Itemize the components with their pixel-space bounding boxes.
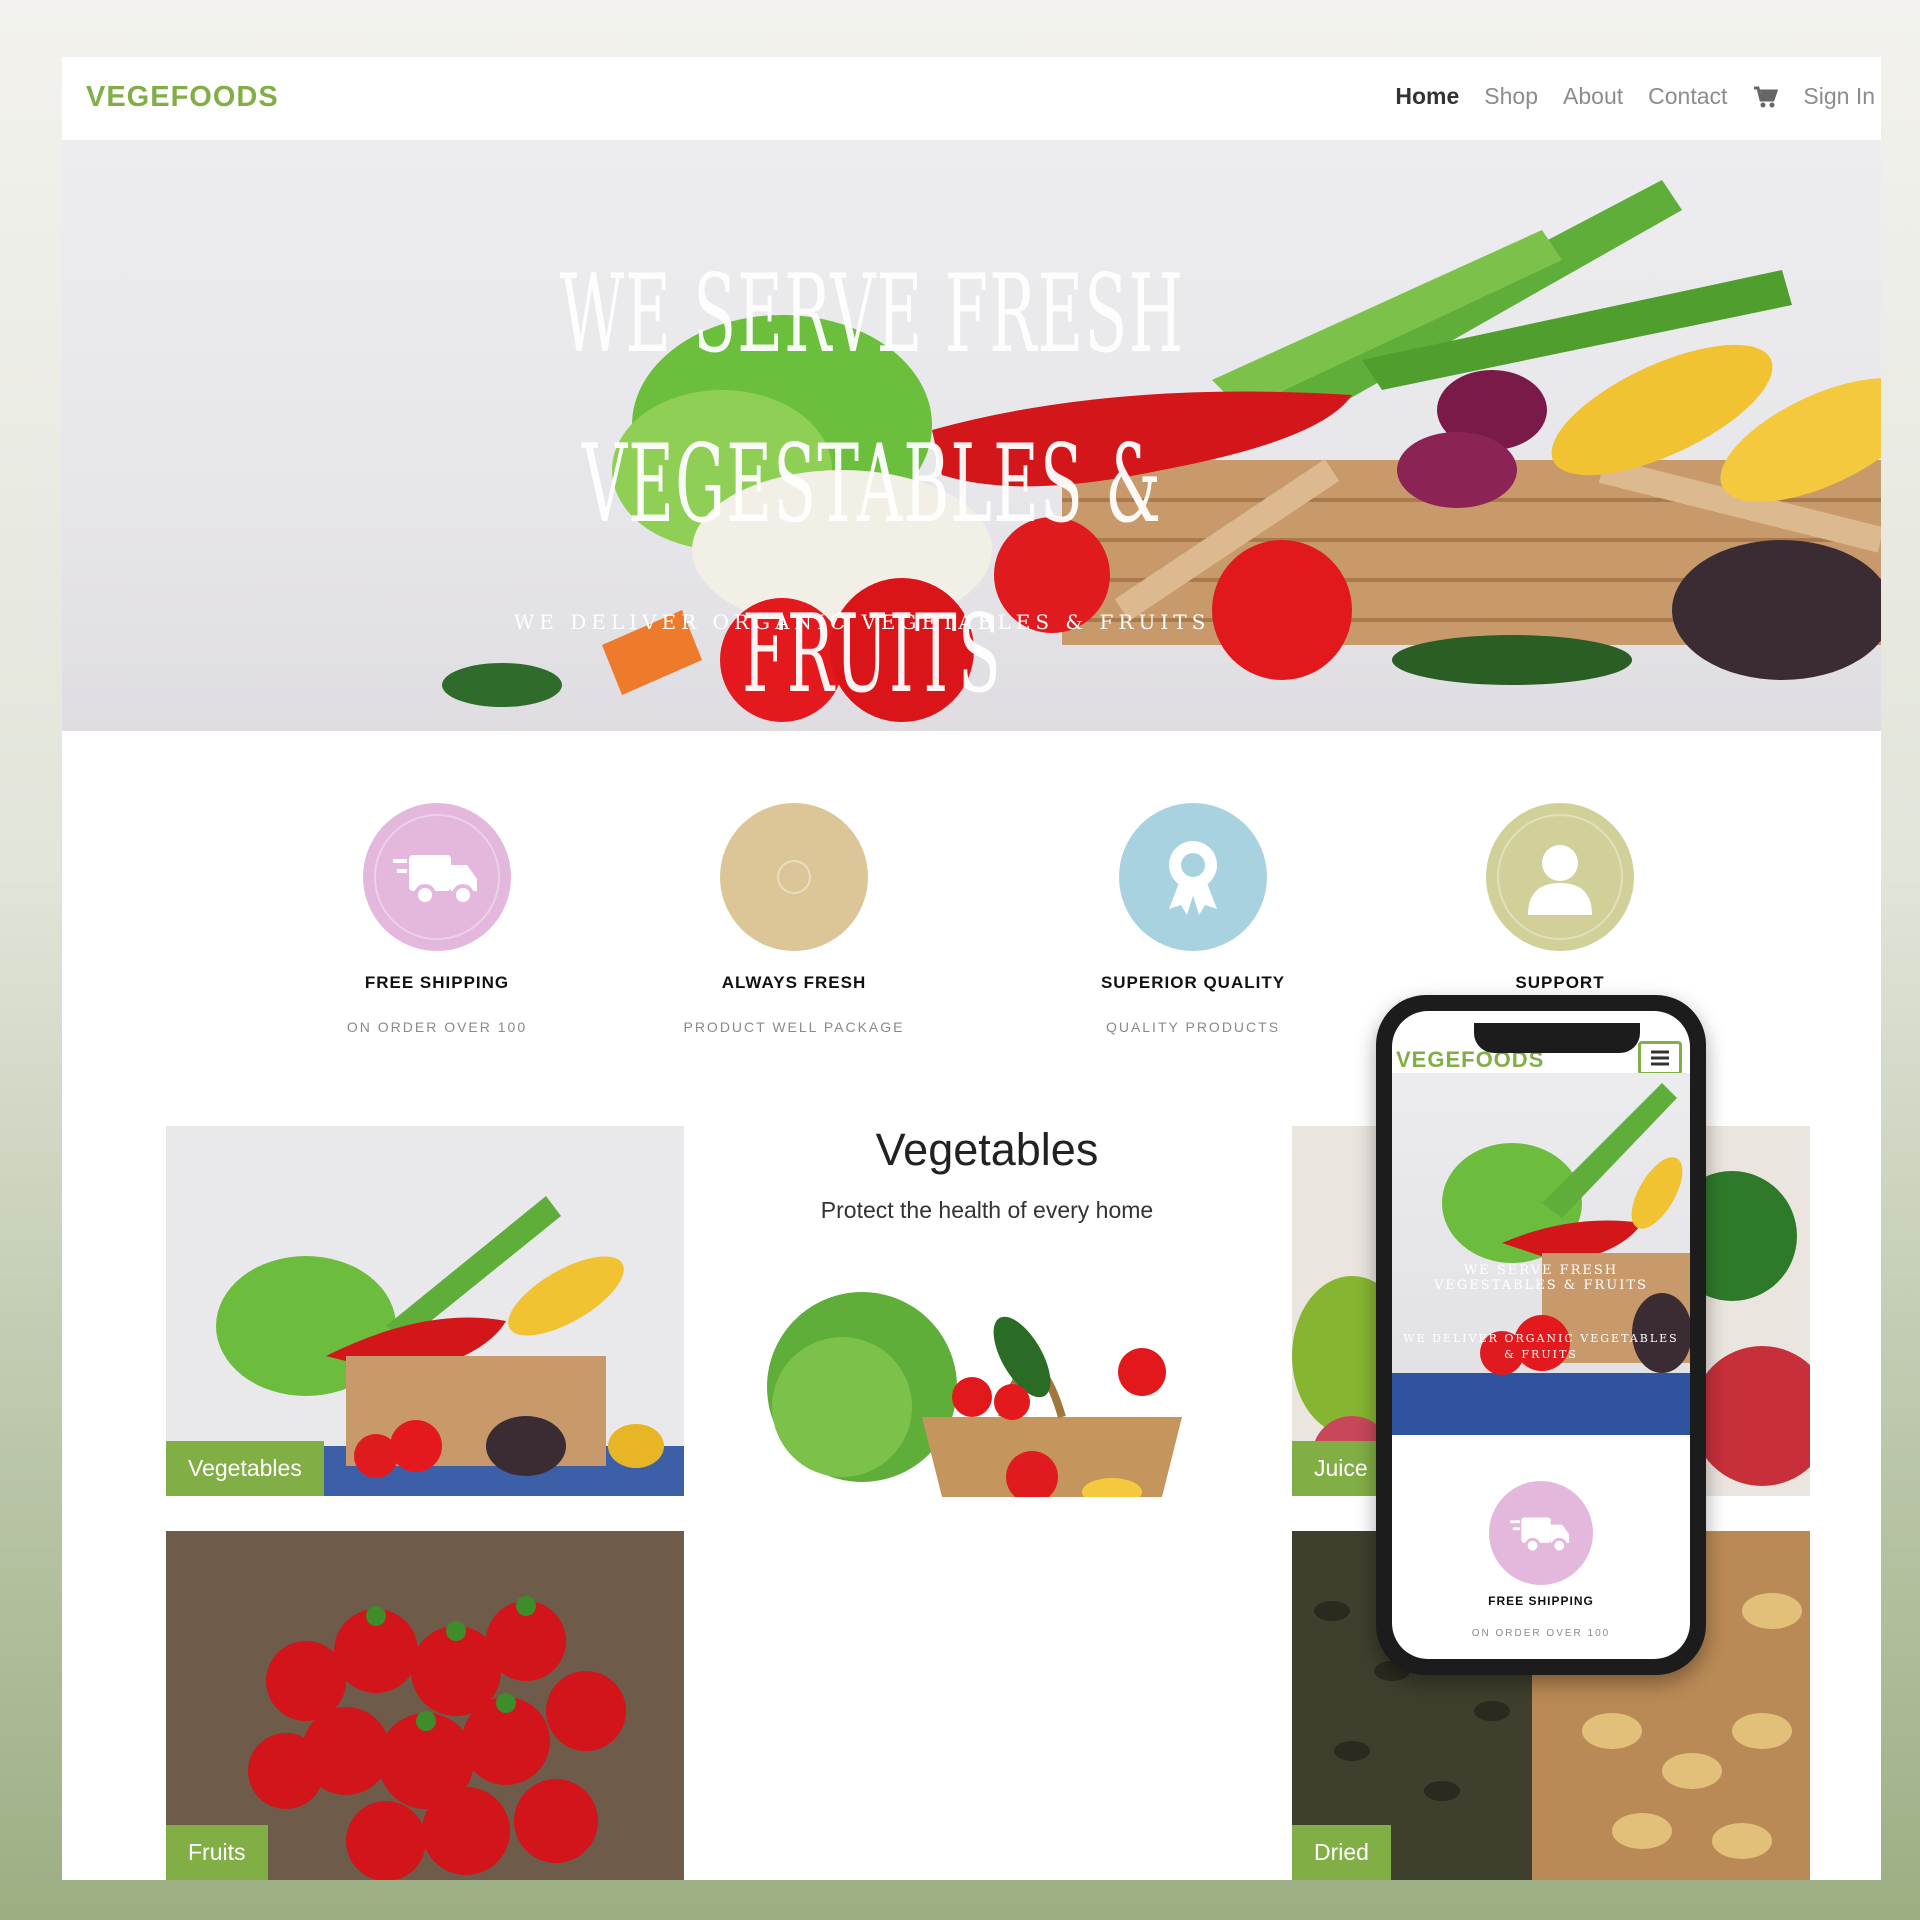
- phone-hero-title: We serve Fresh Vegestables & Fruits: [1434, 1263, 1648, 1293]
- phone-hero: We serve Fresh Vegestables & Fruits We d…: [1392, 1073, 1690, 1435]
- category-label[interactable]: Dried: [1292, 1825, 1391, 1880]
- category-label[interactable]: Vegetables: [166, 1441, 324, 1496]
- phone-hero-subtitle: We deliver organic vegetables & fruits: [1403, 1332, 1679, 1361]
- nav-link-shop[interactable]: Shop: [1484, 83, 1538, 110]
- cart-icon[interactable]: [1752, 84, 1779, 110]
- feature-superior-quality: SUPERIOR QUALITY QUALITY PRODUCTS: [1063, 803, 1323, 1035]
- nav-link-contact[interactable]: Contact: [1648, 83, 1727, 110]
- user-icon: [1486, 803, 1634, 951]
- sign-in-link[interactable]: Sign In: [1803, 83, 1875, 110]
- feature-free-shipping: FREE SHIPPING ON ORDER OVER 100: [307, 803, 567, 1035]
- feature-subtitle: QUALITY PRODUCTS: [1105, 1019, 1281, 1035]
- category-center-subtitle: Protect the health of every home: [820, 1197, 1154, 1223]
- category-vegetables[interactable]: Vegetables: [166, 1126, 684, 1496]
- phone-feature-title: FREE SHIPPING: [1488, 1594, 1594, 1608]
- phone-truck-icon: [1489, 1481, 1593, 1585]
- brand-logo[interactable]: VEGEFOODS: [86, 81, 279, 114]
- hero-subtitle: We deliver organic vegetables & fruits: [513, 610, 1211, 634]
- feature-title: FREE SHIPPING: [364, 973, 510, 992]
- feature-title: SUPPORT: [1515, 973, 1605, 992]
- category-center-title: Vegetables: [875, 1124, 1099, 1175]
- navbar: VEGEFOODS Home Shop About Contact Sign I…: [62, 57, 1881, 140]
- phone-notch: [1474, 1023, 1640, 1053]
- hero-banner: We serve Fresh Vegestables & Fruits We d…: [62, 140, 1881, 731]
- feature-support: SUPPORT: [1430, 803, 1690, 1019]
- hamburger-menu-icon[interactable]: [1638, 1041, 1682, 1075]
- feature-subtitle: PRODUCT WELL PACKAGE: [683, 1019, 905, 1035]
- nav-links: Home Shop About Contact Sign In: [1395, 83, 1875, 110]
- phone-screen: VEGEFOODS We serve Fresh Vegestables & F…: [1392, 1011, 1690, 1659]
- phone-feature-subtitle: ON ORDER OVER 100: [1471, 1628, 1611, 1639]
- feature-title: ALWAYS FRESH: [721, 973, 867, 992]
- feature-title: SUPERIOR QUALITY: [1100, 973, 1286, 992]
- phone-mockup: VEGEFOODS We serve Fresh Vegestables & F…: [1376, 995, 1706, 1675]
- truck-icon: [363, 803, 511, 951]
- category-label[interactable]: Fruits: [166, 1825, 268, 1880]
- vegetables-center-image: [767, 1292, 1182, 1497]
- category-fruits[interactable]: Fruits: [166, 1531, 684, 1880]
- feature-subtitle: ON ORDER OVER 100: [346, 1019, 528, 1035]
- fresh-icon: [720, 803, 868, 951]
- hero-title: We serve Fresh Vegestables & Fruits: [559, 252, 1185, 717]
- nav-link-home[interactable]: Home: [1395, 83, 1459, 110]
- phone-hero-image: [1392, 1083, 1690, 1435]
- nav-link-about[interactable]: About: [1563, 83, 1623, 110]
- feature-always-fresh: ALWAYS FRESH PRODUCT WELL PACKAGE: [664, 803, 924, 1035]
- award-icon: [1119, 803, 1267, 951]
